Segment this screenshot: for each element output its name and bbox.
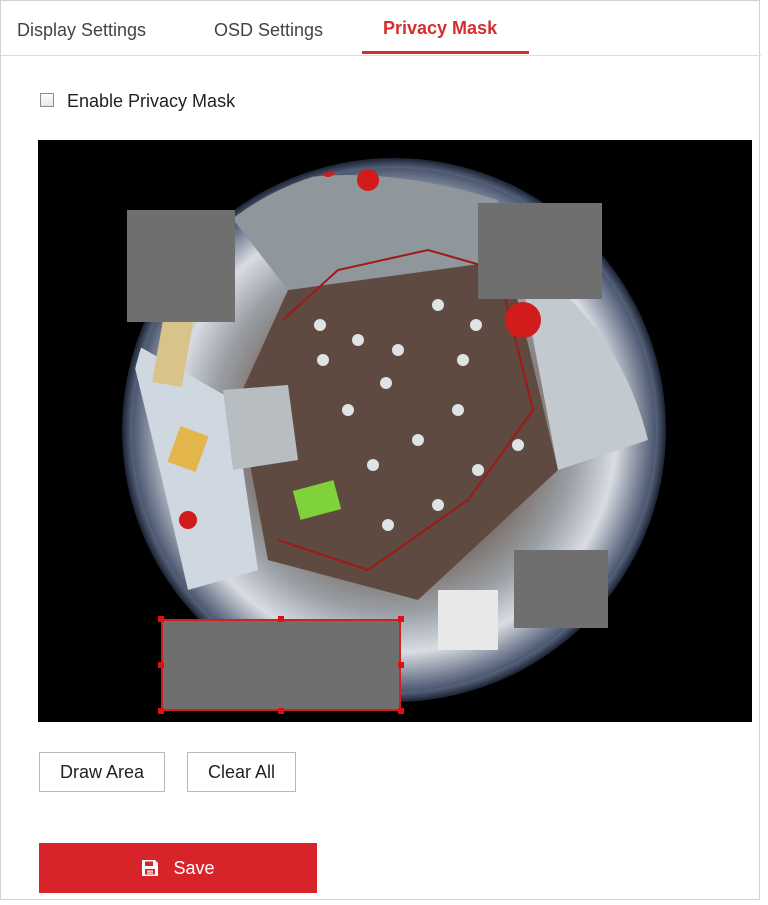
enable-privacy-mask-checkbox[interactable] (40, 93, 54, 107)
enable-privacy-mask-label[interactable]: Enable Privacy Mask (67, 91, 235, 112)
floppy-disk-icon (142, 860, 159, 876)
draw-area-button[interactable]: Draw Area (39, 752, 165, 792)
tab-osd-settings[interactable]: OSD Settings (214, 20, 323, 41)
resize-handle-bottom-right[interactable] (398, 708, 404, 714)
privacy-mask-panel: Display Settings OSD Settings Privacy Ma… (0, 0, 761, 900)
resize-handle-right[interactable] (398, 662, 404, 668)
resize-handle-bottom[interactable] (278, 708, 284, 714)
save-button-label: Save (173, 857, 215, 878)
tab-display-settings[interactable]: Display Settings (17, 20, 146, 41)
resize-handle-top-right[interactable] (398, 616, 404, 622)
privacy-mask-region-selected[interactable] (161, 619, 401, 711)
clear-all-button[interactable]: Clear All (187, 752, 296, 792)
resize-handle-top-left[interactable] (158, 616, 164, 622)
tab-privacy-mask[interactable]: Privacy Mask (383, 18, 497, 39)
resize-handle-left[interactable] (158, 662, 164, 668)
resize-handle-bottom-left[interactable] (158, 708, 164, 714)
privacy-mask-region-3[interactable] (514, 550, 608, 628)
active-tab-indicator (362, 51, 529, 54)
settings-tabs: Display Settings OSD Settings Privacy Ma… (1, 1, 761, 56)
video-preview[interactable] (38, 140, 752, 722)
privacy-mask-region-1[interactable] (127, 210, 235, 322)
resize-handle-top[interactable] (278, 616, 284, 622)
save-button[interactable]: Save (39, 843, 317, 893)
privacy-mask-region-2[interactable] (478, 203, 602, 299)
